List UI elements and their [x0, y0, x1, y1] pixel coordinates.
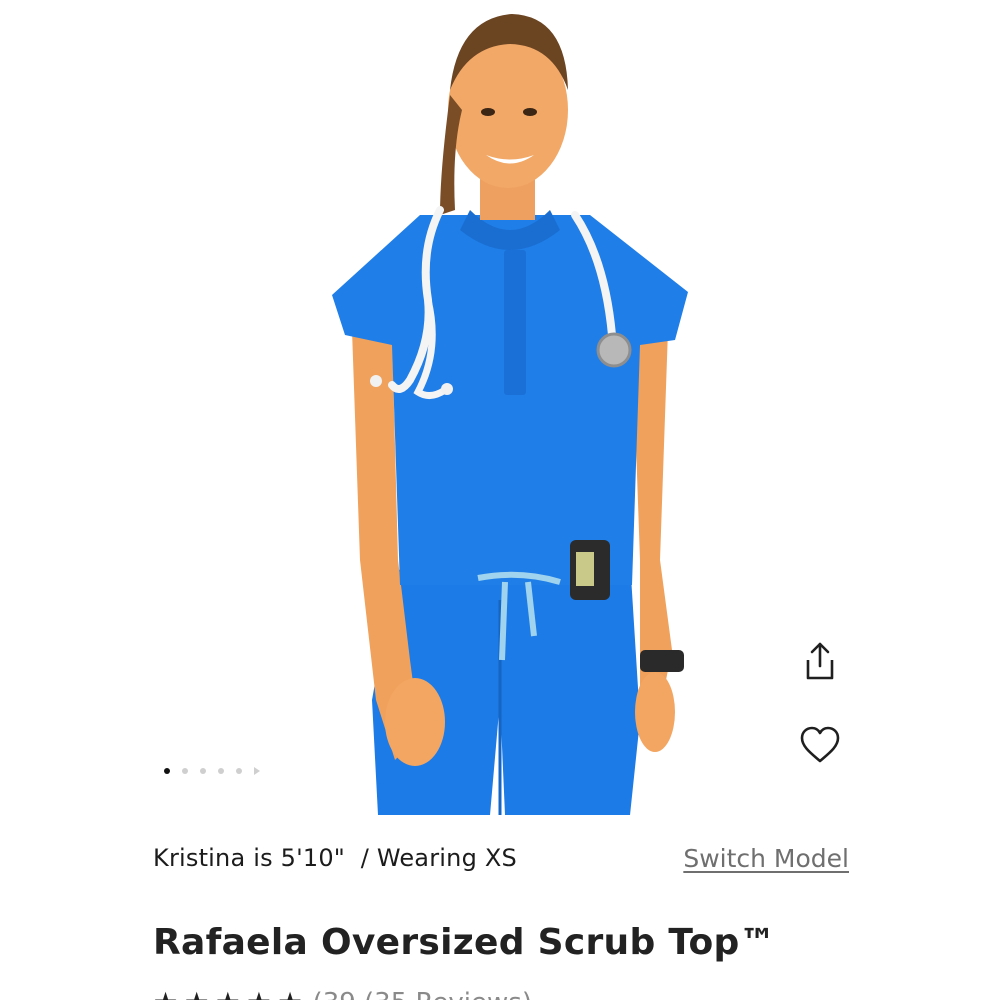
product-image[interactable] [0, 0, 1000, 830]
heart-icon [800, 726, 840, 763]
carousel-indicator[interactable] [164, 764, 260, 778]
star-icon: ★ [215, 989, 240, 1000]
star-rating: ★ ★ ★ ★ ★ [153, 989, 303, 1000]
carousel-dot-5[interactable] [236, 768, 242, 774]
model-info-row: Kristina is 5'10" / Wearing XS Switch Mo… [153, 840, 849, 876]
carousel-dot-1[interactable] [164, 768, 170, 774]
star-icon: ★ [246, 989, 271, 1000]
carousel-next-icon[interactable] [254, 767, 260, 775]
share-button[interactable] [795, 636, 845, 686]
star-icon: ★ [184, 989, 209, 1000]
rating-row[interactable]: ★ ★ ★ ★ ★ (39 (35 Reviews) [153, 988, 532, 1000]
star-icon: ★ [153, 989, 178, 1000]
star-icon: ★ [277, 989, 302, 1000]
carousel-dot-3[interactable] [200, 768, 206, 774]
share-icon [806, 642, 834, 680]
carousel-dot-2[interactable] [182, 768, 188, 774]
favorite-button[interactable] [795, 720, 845, 770]
carousel-dot-4[interactable] [218, 768, 224, 774]
switch-model-link[interactable]: Switch Model [683, 844, 849, 873]
product-title: Rafaela Oversized Scrub Top™ [153, 922, 776, 963]
model-caption: Kristina is 5'10" / Wearing XS [153, 844, 517, 872]
product-photo [332, 14, 688, 815]
reviews-link[interactable]: (39 (35 Reviews) [313, 988, 532, 1000]
